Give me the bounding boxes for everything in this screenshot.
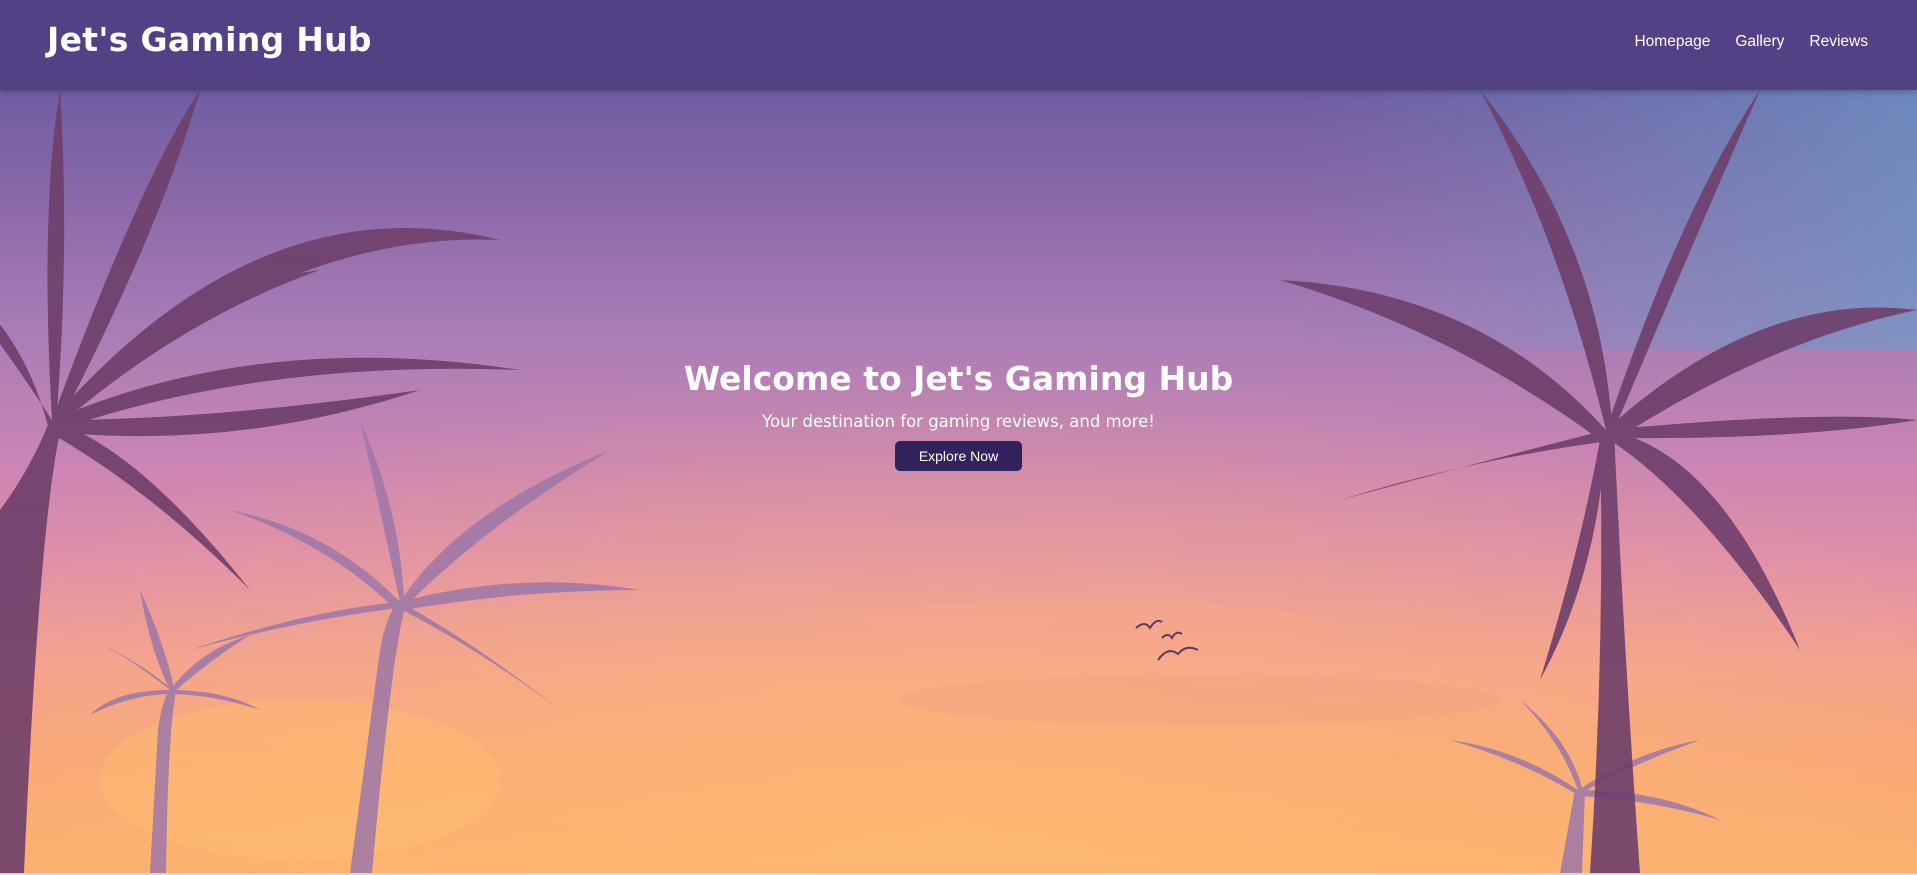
hero-subtitle: Your destination for gaming reviews, and… — [762, 411, 1155, 431]
nav-reviews-link[interactable]: Reviews — [1809, 33, 1868, 51]
site-header: Jet's Gaming Hub Homepage Gallery Review… — [0, 0, 1917, 90]
hero-section: Welcome to Jet's Gaming Hub Your destina… — [0, 90, 1917, 873]
explore-now-button[interactable]: Explore Now — [894, 440, 1023, 471]
nav-gallery-link[interactable]: Gallery — [1735, 33, 1784, 51]
site-logo-text[interactable]: Jet's Gaming Hub — [47, 20, 372, 59]
page: Jet's Gaming Hub Homepage Gallery Review… — [0, 0, 1917, 875]
hero-content: Welcome to Jet's Gaming Hub Your destina… — [0, 360, 1917, 471]
hero-background-image — [0, 90, 1917, 873]
nav-homepage-link[interactable]: Homepage — [1634, 33, 1710, 51]
main-nav: Homepage Gallery Reviews — [1634, 33, 1868, 51]
hero-title: Welcome to Jet's Gaming Hub — [683, 359, 1234, 398]
